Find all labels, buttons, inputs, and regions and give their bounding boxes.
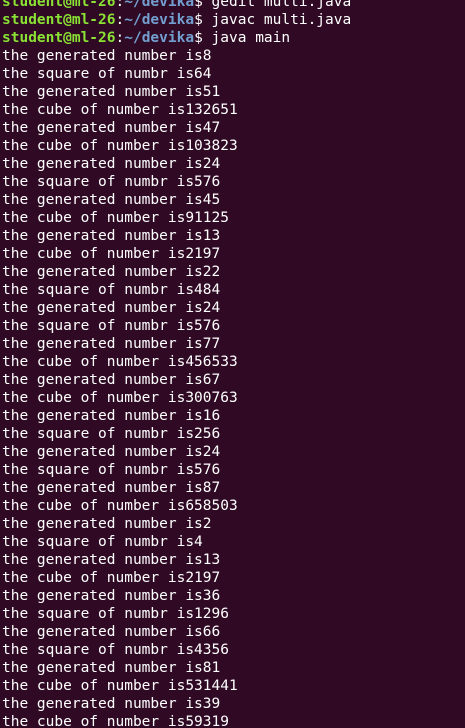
output-line: the generated number is2 — [2, 516, 212, 532]
output-line: the generated number is8 — [2, 48, 212, 64]
prompt-path: ~/devika — [124, 12, 195, 28]
output-line: the generated number is51 — [2, 84, 221, 100]
prompt-separator: : — [115, 30, 125, 46]
output-line: the cube of number is658503 — [2, 498, 238, 514]
output-line: the square of numbr is256 — [2, 426, 221, 442]
output-line: the cube of number is531441 — [2, 678, 238, 694]
output-line: the generated number is16 — [2, 408, 221, 424]
terminal-output: student@ml-26:~/devika$ gedit multi.java… — [2, 0, 465, 728]
output-line: the cube of number is103823 — [2, 138, 238, 154]
output-line: the square of numbr is576 — [2, 318, 221, 334]
output-line: the cube of number is59319 — [2, 714, 229, 728]
output-line: the square of numbr is484 — [2, 282, 221, 298]
prompt-separator: : — [115, 0, 125, 10]
output-line: the square of numbr is576 — [2, 174, 221, 190]
output-line: the generated number is87 — [2, 480, 221, 496]
output-line: the generated number is22 — [2, 264, 221, 280]
output-line: the square of numbr is4356 — [2, 642, 229, 658]
output-line: the cube of number is132651 — [2, 102, 238, 118]
prompt-line-3: student@ml-26:~/devika$ java main — [2, 29, 465, 47]
prompt-user: student@ml-26 — [2, 12, 116, 28]
output-line: the generated number is81 — [2, 660, 221, 676]
terminal-window[interactable]: student@ml-26:~/devika$ gedit multi.java… — [0, 0, 465, 728]
output-line: the square of numbr is4 — [2, 534, 203, 550]
prompt-command: java main — [211, 30, 291, 46]
prompt-line-2: student@ml-26:~/devika$ javac multi.java — [2, 11, 465, 29]
output-line: the generated number is13 — [2, 552, 221, 568]
output-line: the square of numbr is64 — [2, 66, 212, 82]
output-line: the cube of number is91125 — [2, 210, 229, 226]
prompt-symbol: $ — [194, 30, 212, 46]
output-line: the generated number is47 — [2, 120, 221, 136]
prompt-separator: : — [115, 12, 125, 28]
output-line: the cube of number is2197 — [2, 570, 221, 586]
prompt-path: ~/devika — [124, 30, 195, 46]
output-line: the generated number is13 — [2, 228, 221, 244]
prompt-command: gedit multi.java — [211, 0, 352, 10]
output-line: the cube of number is456533 — [2, 354, 238, 370]
output-line: the generated number is24 — [2, 300, 221, 316]
prompt-user: student@ml-26 — [2, 30, 116, 46]
output-line: the generated number is77 — [2, 336, 221, 352]
output-line: the generated number is66 — [2, 624, 221, 640]
output-line: the generated number is39 — [2, 696, 221, 712]
output-line: the generated number is67 — [2, 372, 221, 388]
prompt-symbol: $ — [194, 0, 212, 10]
prompt-symbol: $ — [194, 12, 212, 28]
output-line: the square of numbr is576 — [2, 462, 221, 478]
output-line: the generated number is24 — [2, 444, 221, 460]
prompt-command: javac multi.java — [211, 12, 352, 28]
output-line: the generated number is36 — [2, 588, 221, 604]
prompt-user: student@ml-26 — [2, 0, 116, 10]
output-line: the generated number is24 — [2, 156, 221, 172]
output-line: the generated number is45 — [2, 192, 221, 208]
output-line: the square of numbr is1296 — [2, 606, 229, 622]
prompt-line-1: student@ml-26:~/devika$ gedit multi.java — [2, 0, 465, 11]
prompt-path: ~/devika — [124, 0, 195, 10]
output-line: the cube of number is2197 — [2, 246, 221, 262]
output-line: the cube of number is300763 — [2, 390, 238, 406]
